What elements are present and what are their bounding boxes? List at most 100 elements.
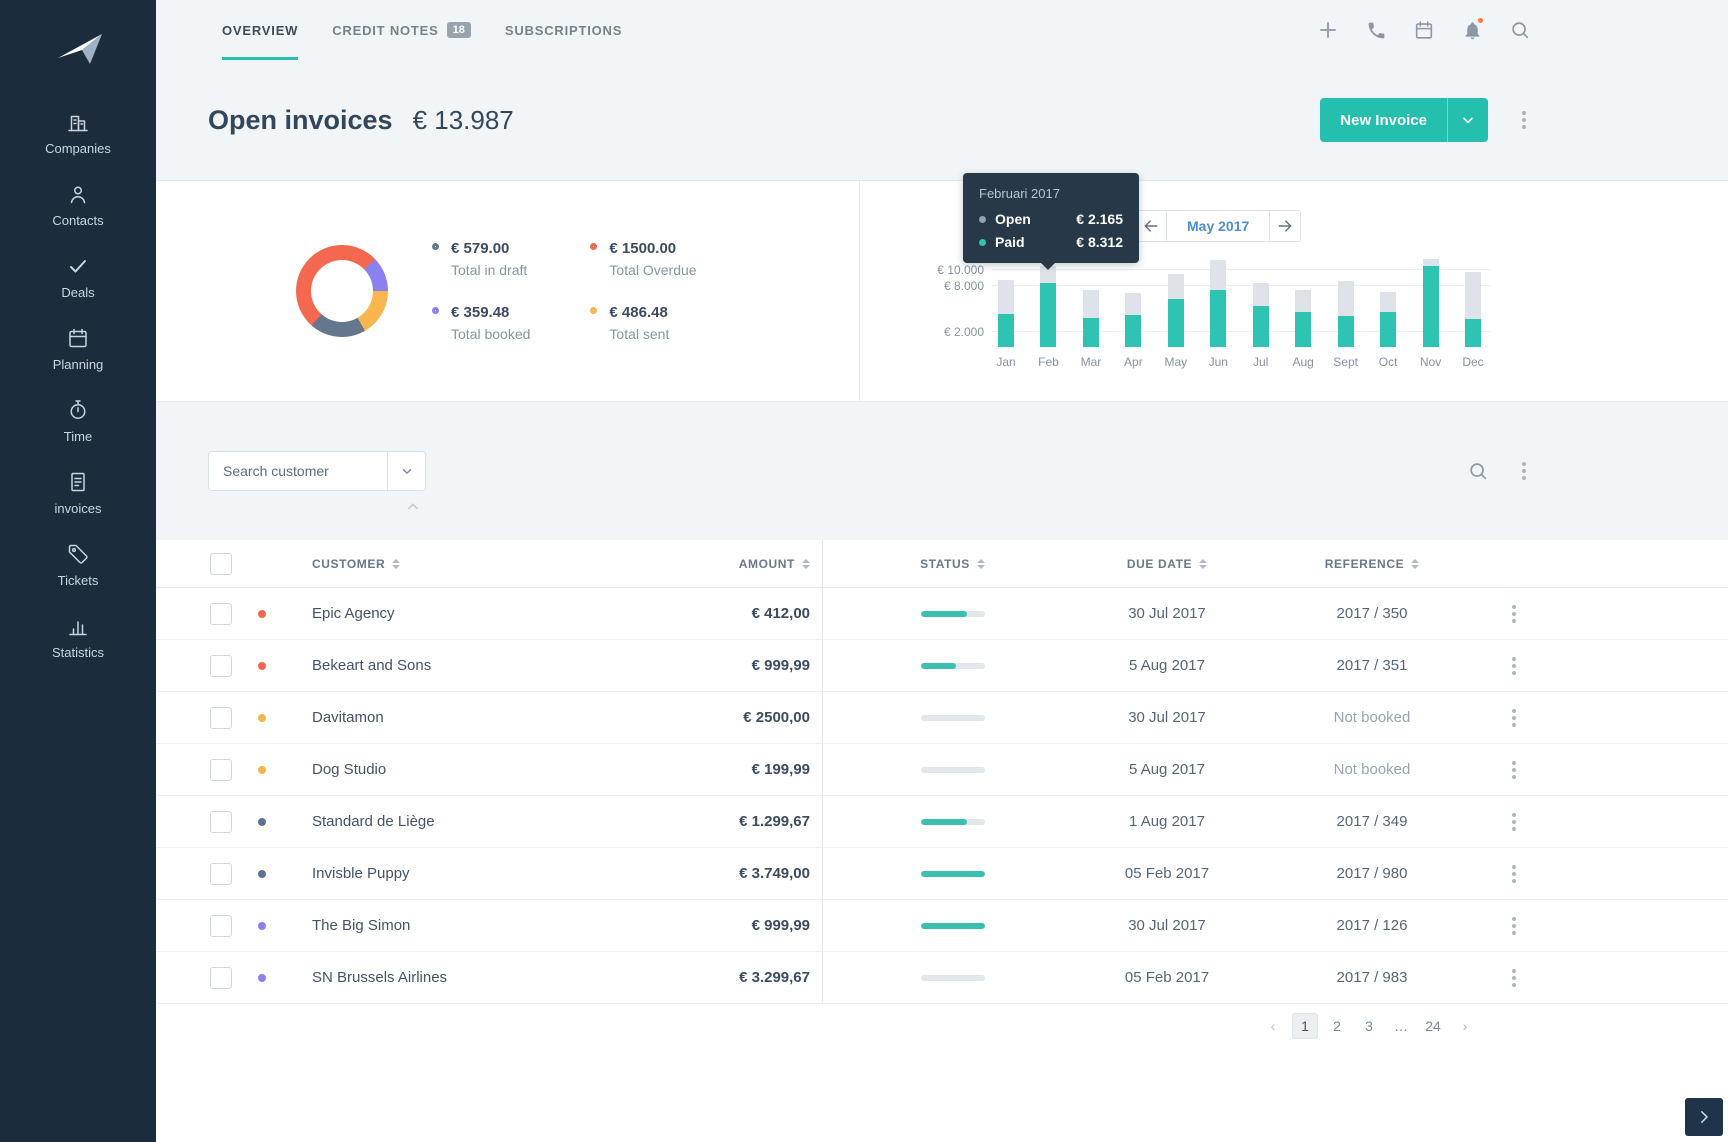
header-kebab-menu[interactable] bbox=[1516, 105, 1532, 135]
tab-overview[interactable]: OVERVIEW bbox=[222, 0, 299, 60]
pagination-next[interactable]: › bbox=[1452, 1013, 1478, 1039]
filters-collapse-caret[interactable] bbox=[406, 498, 420, 516]
due-date: 5 Aug 2017 bbox=[1129, 761, 1205, 778]
row-kebab-menu[interactable] bbox=[1506, 859, 1522, 889]
row-checkbox[interactable] bbox=[210, 862, 232, 885]
page-3[interactable]: 3 bbox=[1356, 1013, 1382, 1039]
row-kebab-menu[interactable] bbox=[1506, 755, 1522, 785]
customer-name[interactable]: SN Brussels Airlines bbox=[312, 969, 447, 986]
row-kebab-menu[interactable] bbox=[1506, 963, 1522, 993]
tab-label: CREDIT NOTES bbox=[332, 22, 439, 38]
column-header-customer[interactable]: CUSTOMER bbox=[288, 557, 610, 571]
sidebar-item-planning[interactable]: Planning bbox=[0, 313, 156, 385]
sidebar-item-statistics[interactable]: Statistics bbox=[0, 601, 156, 673]
row-checkbox[interactable] bbox=[210, 758, 232, 781]
page-2[interactable]: 2 bbox=[1324, 1013, 1350, 1039]
add-button[interactable] bbox=[1316, 18, 1340, 42]
customer-name[interactable]: Epic Agency bbox=[312, 605, 395, 622]
customer-name[interactable]: Davitamon bbox=[312, 709, 384, 726]
invoice-row[interactable]: Davitamon € 2500,00 30 Jul 2017 Not book… bbox=[156, 692, 1728, 744]
new-invoice-button[interactable]: New Invoice bbox=[1320, 98, 1488, 142]
table-search-button[interactable] bbox=[1466, 459, 1490, 483]
previous-month-button[interactable] bbox=[1135, 210, 1167, 242]
pagination-prev[interactable]: ‹ bbox=[1260, 1013, 1286, 1039]
sidebar-item-companies[interactable]: Companies bbox=[0, 97, 156, 169]
customer-name[interactable]: The Big Simon bbox=[312, 917, 410, 934]
phone-button[interactable] bbox=[1364, 18, 1388, 42]
bar-apr[interactable]: Apr bbox=[1124, 251, 1143, 369]
bar-jan[interactable]: Jan bbox=[996, 251, 1016, 369]
row-checkbox[interactable] bbox=[210, 810, 232, 833]
row-checkbox[interactable] bbox=[210, 914, 232, 937]
sidebar-item-invoices[interactable]: invoices bbox=[0, 457, 156, 529]
bar-jun[interactable]: Jun bbox=[1209, 251, 1228, 369]
invoice-row[interactable]: Bekeart and Sons € 999,99 5 Aug 2017 201… bbox=[156, 640, 1728, 692]
invoice-row[interactable]: SN Brussels Airlines € 3.299,67 05 Feb 2… bbox=[156, 952, 1728, 1004]
row-checkbox[interactable] bbox=[210, 602, 232, 625]
tab-subscriptions[interactable]: SUBSCRIPTIONS bbox=[505, 0, 622, 60]
bar-jul[interactable]: Jul bbox=[1252, 251, 1269, 369]
arrow-left-icon bbox=[1144, 220, 1158, 232]
search-customer-input[interactable] bbox=[209, 452, 387, 490]
customer-name[interactable]: Bekeart and Sons bbox=[312, 657, 431, 674]
next-month-button[interactable] bbox=[1269, 210, 1302, 242]
page-1[interactable]: 1 bbox=[1292, 1013, 1318, 1039]
invoice-amount: € 999,99 bbox=[751, 917, 810, 934]
bar-oct[interactable]: Oct bbox=[1379, 251, 1397, 369]
current-month-label[interactable]: May 2017 bbox=[1167, 210, 1270, 242]
invoice-row[interactable]: The Big Simon € 999,99 30 Jul 2017 2017 … bbox=[156, 900, 1728, 952]
row-kebab-menu[interactable] bbox=[1506, 911, 1522, 941]
column-label: DUE DATE bbox=[1126, 556, 1193, 571]
bar-dec[interactable]: Dec bbox=[1462, 251, 1484, 369]
bar-mar[interactable]: Mar bbox=[1081, 251, 1101, 369]
customer-name[interactable]: Standard de Liège bbox=[312, 813, 435, 830]
payment-progress-bar bbox=[920, 818, 985, 825]
new-invoice-dropdown[interactable] bbox=[1447, 98, 1488, 142]
row-kebab-menu[interactable] bbox=[1506, 651, 1522, 681]
row-checkbox[interactable] bbox=[210, 706, 232, 729]
tooltip-series-dot bbox=[979, 215, 986, 223]
bar-sept[interactable]: Sept bbox=[1333, 251, 1358, 369]
row-kebab-menu[interactable] bbox=[1506, 703, 1522, 733]
sidebar-item-time[interactable]: Time bbox=[0, 385, 156, 457]
invoice-row[interactable]: Invisble Puppy € 3.749,00 05 Feb 2017 20… bbox=[156, 848, 1728, 900]
open-segment bbox=[1252, 283, 1269, 306]
customer-name[interactable]: Dog Studio bbox=[312, 761, 386, 778]
column-header-due-date[interactable]: DUE DATE bbox=[1082, 557, 1252, 571]
calendar-button[interactable] bbox=[1412, 18, 1436, 42]
notifications-button[interactable] bbox=[1460, 16, 1485, 42]
sort-icon bbox=[1411, 559, 1420, 570]
bar-may[interactable]: May bbox=[1164, 251, 1187, 369]
open-segment bbox=[1337, 281, 1354, 316]
next-page-corner-button[interactable] bbox=[1685, 1098, 1723, 1136]
select-all-checkbox[interactable] bbox=[210, 552, 232, 575]
column-label: REFERENCE bbox=[1324, 556, 1405, 571]
row-kebab-menu[interactable] bbox=[1506, 807, 1522, 837]
invoice-row[interactable]: Dog Studio € 199,99 5 Aug 2017 Not booke… bbox=[156, 744, 1728, 796]
row-checkbox[interactable] bbox=[210, 654, 232, 677]
pagination: ‹ 1 2 3 … 24 › bbox=[156, 1004, 1728, 1048]
table-kebab-menu[interactable] bbox=[1516, 456, 1532, 486]
invoice-row[interactable]: Standard de Liège € 1.299,67 1 Aug 2017 … bbox=[156, 796, 1728, 848]
page-24[interactable]: 24 bbox=[1420, 1013, 1446, 1039]
logo-icon bbox=[58, 34, 102, 64]
search-filter-dropdown[interactable] bbox=[387, 452, 425, 490]
invoice-row[interactable]: Epic Agency € 412,00 30 Jul 2017 2017 / … bbox=[156, 588, 1728, 640]
app-logo[interactable] bbox=[50, 26, 106, 75]
column-header-reference[interactable]: REFERENCE bbox=[1252, 557, 1492, 571]
customer-name[interactable]: Invisble Puppy bbox=[312, 865, 410, 882]
column-header-status[interactable]: STATUS bbox=[822, 540, 1082, 587]
page-tabs: OVERVIEW CREDIT NOTES 18 SUBSCRIPTIONS bbox=[222, 0, 622, 60]
bar-nov[interactable]: Nov bbox=[1420, 251, 1441, 369]
row-checkbox[interactable] bbox=[210, 966, 232, 989]
row-kebab-menu[interactable] bbox=[1506, 599, 1522, 629]
tab-credit-notes[interactable]: CREDIT NOTES 18 bbox=[332, 0, 471, 60]
global-search-button[interactable] bbox=[1508, 18, 1532, 42]
sidebar-item-contacts[interactable]: Contacts bbox=[0, 169, 156, 241]
column-header-amount[interactable]: AMOUNT bbox=[610, 557, 810, 571]
new-invoice-label: New Invoice bbox=[1340, 111, 1427, 129]
bar-aug[interactable]: Aug bbox=[1293, 251, 1314, 369]
sidebar-item-deals[interactable]: Deals bbox=[0, 241, 156, 313]
sidebar-item-tickets[interactable]: Tickets bbox=[0, 529, 156, 601]
toolbar-actions bbox=[1466, 456, 1532, 486]
